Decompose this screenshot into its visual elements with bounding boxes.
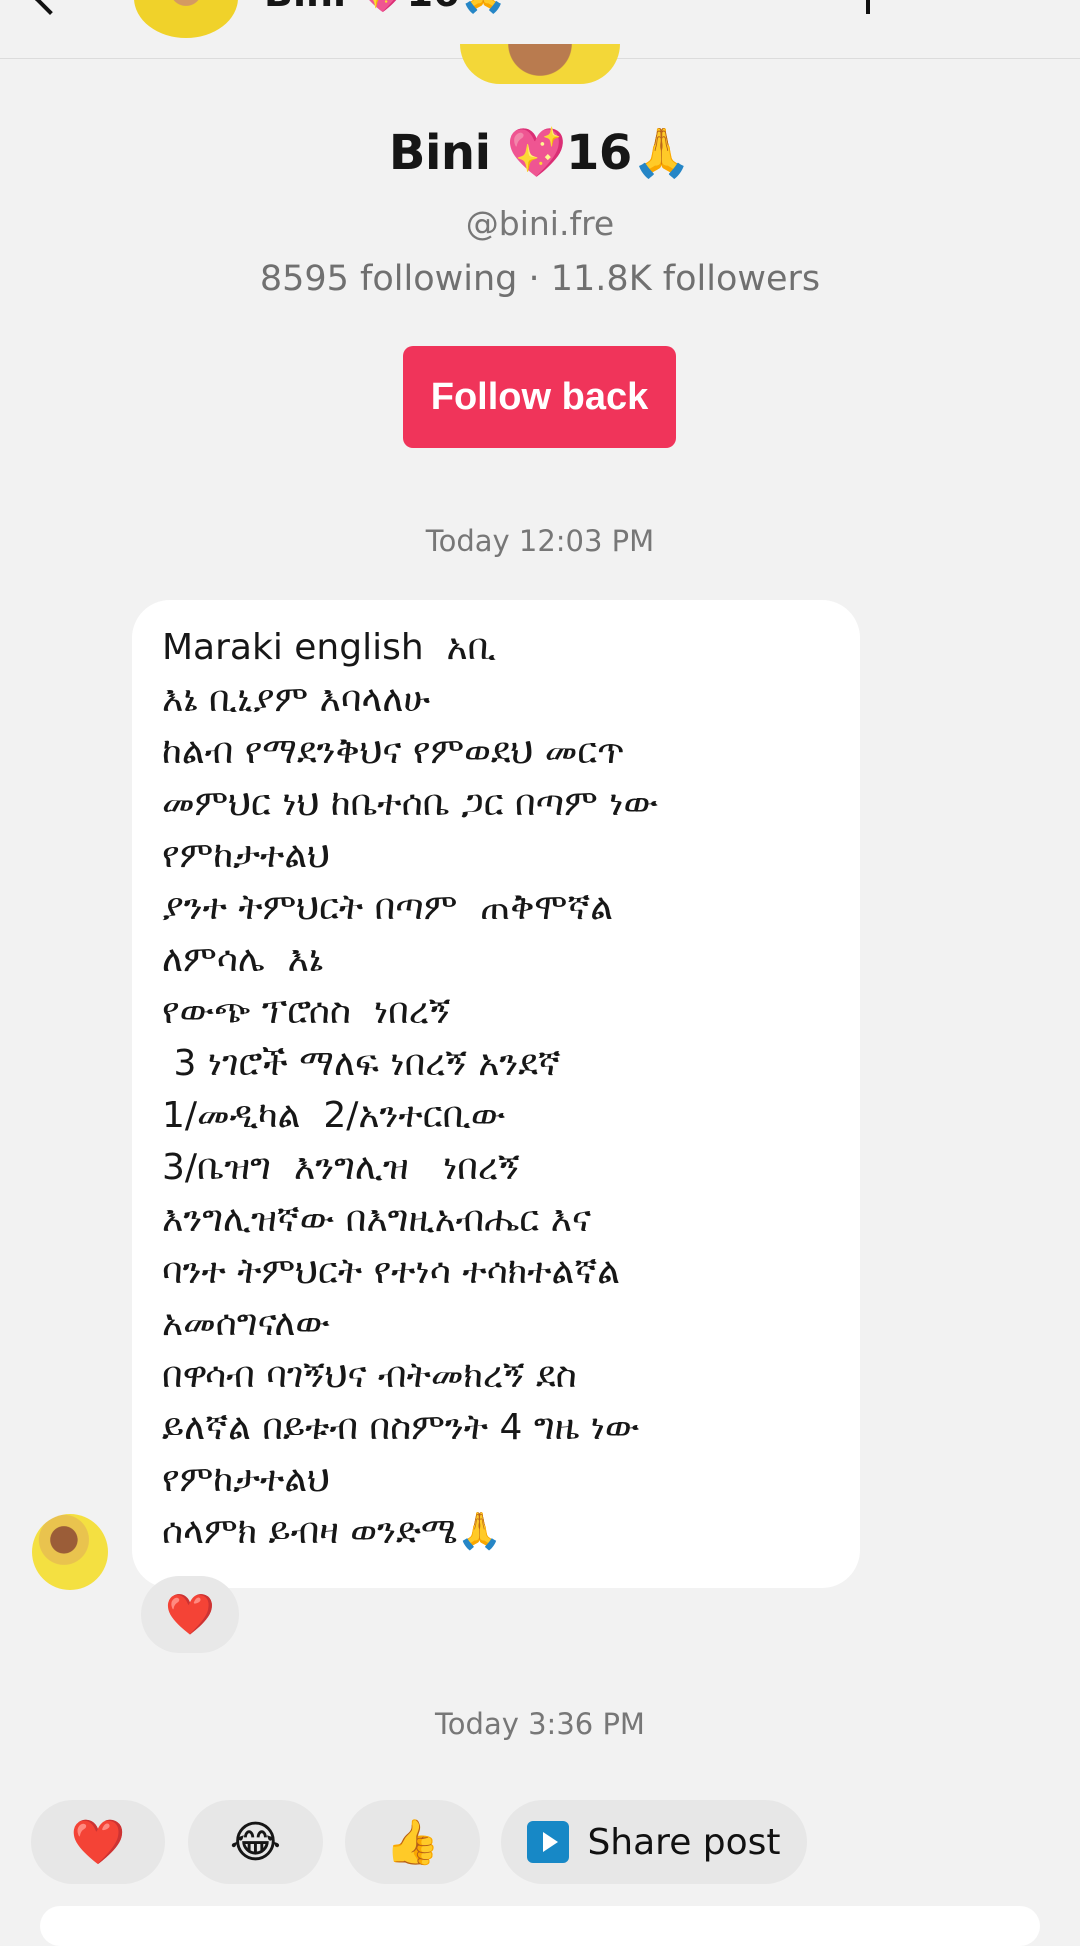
profile-stats: 8595 following · 11.8K followers [259, 259, 821, 299]
share-post-label: Share post [587, 1821, 781, 1863]
thumbs-up-reaction-button[interactable]: 👍 [345, 1800, 480, 1884]
sender-avatar[interactable] [32, 1514, 108, 1590]
second-message-timestamp: Today 3:36 PM [435, 1707, 645, 1741]
message-input-edge[interactable] [40, 1906, 1040, 1946]
share-post-button[interactable]: Share post [501, 1800, 807, 1884]
top-profile-avatar[interactable] [134, 0, 238, 38]
message-timestamp: Today 12:03 PM [425, 524, 655, 558]
more-options-icon[interactable] [866, 0, 870, 14]
back-chevron-icon[interactable] [33, 0, 67, 15]
play-square-icon [527, 1821, 570, 1863]
heart-reaction-button[interactable]: ❤️ [31, 1800, 165, 1884]
laugh-reaction-button[interactable]: 😂 [188, 1800, 323, 1884]
profile-display-name: Bini 💖16🙏 [388, 125, 692, 181]
profile-username: @bini.fre [465, 204, 615, 243]
follow-back-button[interactable]: Follow back [403, 346, 676, 448]
quick-reactions-bar: ❤️ 😂 👍 Share post [0, 1800, 1080, 1888]
message-text: Maraki english አቢ እኔ ቢኒያም እባላለሁ ከልብ የማደን… [162, 627, 659, 1552]
profile-avatar[interactable] [460, 44, 620, 84]
top-contact-name[interactable]: Bini 💖16🙏 [264, 0, 507, 12]
message-heart-reaction[interactable]: ❤️ [141, 1576, 239, 1653]
